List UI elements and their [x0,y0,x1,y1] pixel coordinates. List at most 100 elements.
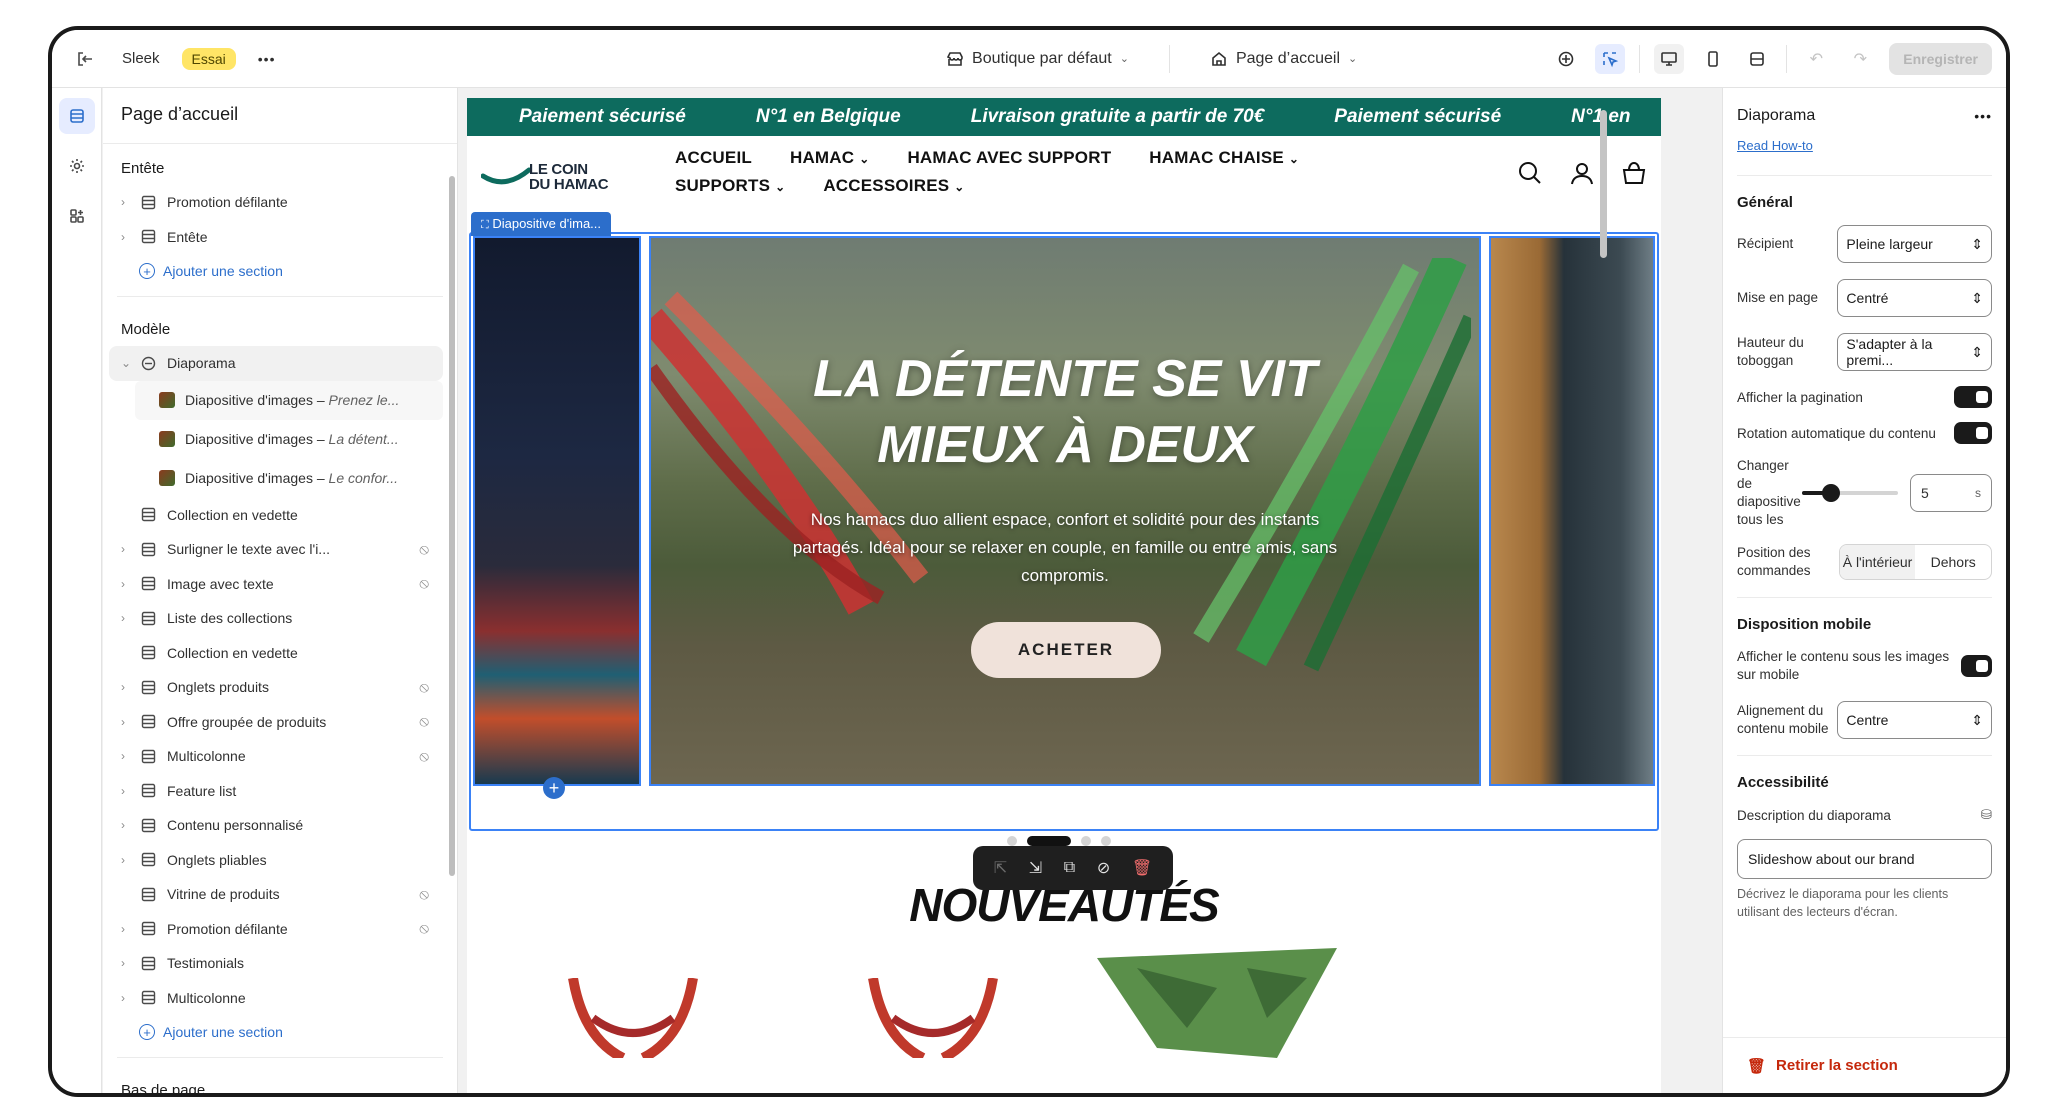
slide-next[interactable] [1489,236,1655,786]
delete-icon[interactable]: 🗑 [1132,858,1152,878]
autorotate-toggle[interactable] [1954,422,1992,444]
section-item[interactable]: › Contenu personnalisé [103,808,457,843]
move-down-icon[interactable]: ⇲ [1029,858,1042,878]
eye-slash-icon[interactable]: ⦸ [419,713,429,730]
more-options-icon[interactable]: ••• [258,51,276,67]
scrollbar[interactable] [449,176,455,876]
chevron-right-icon[interactable]: › [121,577,139,591]
save-button[interactable]: Enregistrer [1889,42,1992,75]
menu-item[interactable]: ACCUEIL [675,148,752,168]
change-slide-slider[interactable] [1802,484,1898,502]
remove-section-button[interactable]: 🗑 Retirer la section [1723,1037,2006,1093]
chevron-right-icon[interactable]: › [121,230,139,244]
section-item[interactable]: › Multicolonne [103,981,457,1016]
duplicate-icon[interactable]: ⧉ [1064,859,1075,877]
section-item[interactable]: Vitrine de produits ⦸ [103,877,457,912]
controls-inside-option[interactable]: À l'intérieur [1839,545,1916,579]
slide-current[interactable]: LA DÉTENTE SE VIT MIEUX À DEUX Nos hamac… [649,236,1481,786]
section-item[interactable]: › Offre groupée de produits ⦸ [103,705,457,740]
chevron-right-icon[interactable]: › [121,818,139,832]
pagination-dot[interactable] [1101,836,1111,846]
pagination-dot-active[interactable] [1027,836,1071,846]
selected-block-label[interactable]: ⛶ Diapositive d'ima... [471,212,612,236]
menu-item[interactable]: ACCESSOIRES ⌄ [823,176,964,196]
slideshow-section[interactable]: LA DÉTENTE SE VIT MIEUX À DEUX Nos hamac… [469,232,1659,831]
page-selector[interactable]: Page d’accueil ⌄ [1210,50,1357,68]
pagination-dot[interactable] [1007,836,1017,846]
mobile-align-select[interactable]: Centre ⇕ [1837,701,1992,739]
section-item[interactable]: › Promotion défilante [103,185,457,220]
apps-icon[interactable] [59,198,95,234]
section-item-slideshow[interactable]: ⌄ Diaporama [109,346,443,381]
slide-previous[interactable] [473,236,641,786]
container-select[interactable]: Pleine largeur ⇕ [1837,225,1992,263]
add-block-icon[interactable]: + [543,777,565,799]
menu-item[interactable]: HAMAC CHAISE ⌄ [1149,148,1299,168]
section-item[interactable]: › Liste des collections [103,601,457,636]
pagination-toggle[interactable] [1954,386,1992,408]
ai-assistant-icon[interactable] [1551,44,1581,74]
chevron-right-icon[interactable]: › [121,680,139,694]
slide-item[interactable]: Diapositive d'images – Prenez le... [135,380,443,420]
eye-slash-icon[interactable]: ⦸ [419,575,429,592]
product-image-hammock-chair[interactable] [563,978,703,1058]
chevron-right-icon[interactable]: › [121,715,139,729]
chevron-right-icon[interactable]: › [121,784,139,798]
menu-item[interactable]: SUPPORTS ⌄ [675,176,785,196]
how-to-link[interactable]: Read How-to [1737,138,1992,153]
controls-outside-option[interactable]: Dehors [1915,545,1991,579]
database-icon[interactable]: ⛁ [1981,807,1992,823]
section-item[interactable]: › Promotion défilante ⦸ [103,912,457,947]
chevron-right-icon[interactable]: › [121,853,139,867]
sections-icon[interactable] [58,98,95,134]
section-item[interactable]: › Testimonials [103,946,457,981]
more-options-icon[interactable]: ••• [1974,108,1992,124]
store-selector[interactable]: Boutique par défaut ⌄ [946,50,1129,68]
slide-item[interactable]: Diapositive d'images – Le confor... [103,459,457,498]
settings-gear-icon[interactable] [59,148,95,184]
eye-slash-icon[interactable]: ⦸ [419,679,429,696]
slide-item[interactable]: Diapositive d'images – La détent... [103,420,457,459]
account-icon[interactable] [1569,160,1595,186]
section-item[interactable]: Collection en vedette [103,636,457,671]
fullscreen-view-icon[interactable] [1742,44,1772,74]
mobile-view-icon[interactable] [1698,44,1728,74]
shop-button[interactable]: ACHETER [971,622,1161,678]
layout-select[interactable]: Centré ⇕ [1837,279,1992,317]
add-section-button[interactable]: + Ajouter une section [103,1015,457,1049]
description-input[interactable]: Slideshow about our brand [1737,839,1992,879]
chevron-right-icon[interactable]: › [121,611,139,625]
hide-icon[interactable]: ⊘ [1097,858,1110,878]
pagination-dot[interactable] [1081,836,1091,846]
eye-slash-icon[interactable]: ⦸ [419,886,429,903]
chevron-right-icon[interactable]: › [121,956,139,970]
mobile-below-toggle[interactable] [1960,655,1992,677]
eye-slash-icon[interactable]: ⦸ [419,748,429,765]
section-item[interactable]: › Multicolonne ⦸ [103,739,457,774]
slider-handle[interactable] [1821,484,1840,502]
chevron-right-icon[interactable]: › [121,749,139,763]
preview-scrollbar[interactable] [1600,110,1607,258]
menu-item[interactable]: HAMAC ⌄ [790,148,869,168]
product-image-camo-tarp[interactable] [1097,948,1347,1058]
undo-icon[interactable]: ↶ [1801,44,1831,74]
section-item[interactable]: › Onglets produits ⦸ [103,670,457,705]
exit-icon[interactable] [70,44,100,74]
add-section-button[interactable]: + Ajouter une section [103,254,457,288]
chevron-right-icon[interactable]: › [121,922,139,936]
section-item[interactable]: Collection en vedette [103,498,457,533]
product-image-hammock-chair[interactable] [863,978,1003,1058]
move-up-icon[interactable]: ⇱ [994,858,1007,878]
slide-height-select[interactable]: S'adapter à la premi... ⇕ [1837,333,1992,371]
section-item[interactable]: › Entête [103,220,457,255]
section-item[interactable]: › Onglets pliables [103,843,457,878]
change-slide-input[interactable]: 5s [1910,474,1992,512]
section-item[interactable]: › Feature list [103,774,457,809]
inspector-icon[interactable] [1595,43,1626,74]
store-logo[interactable]: LE COIN DU HAMAC [481,154,621,204]
desktop-view-icon[interactable] [1654,43,1685,74]
eye-slash-icon[interactable]: ⦸ [419,541,429,558]
chevron-down-icon[interactable]: ⌄ [121,356,139,370]
chevron-right-icon[interactable]: › [121,195,139,209]
search-icon[interactable] [1517,160,1543,186]
